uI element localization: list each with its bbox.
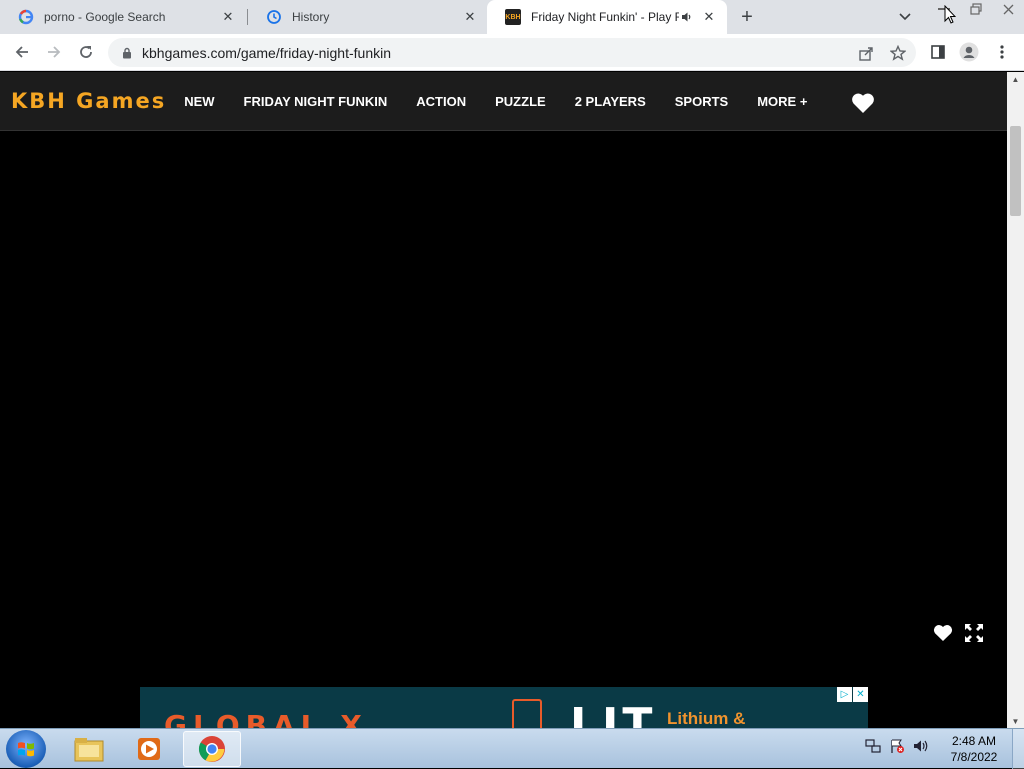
nav-puzzle[interactable]: PUZZLE <box>495 94 546 109</box>
kbh-icon: KBH <box>505 9 521 25</box>
tab-strip: porno - Google Search ✕ History ✕ KBH Fr… <box>0 0 1024 34</box>
system-tray <box>864 737 936 755</box>
reload-button[interactable] <box>74 40 98 64</box>
profile-avatar-icon[interactable] <box>957 40 981 64</box>
start-button[interactable] <box>6 730 46 768</box>
nav-friday-night-funkin[interactable]: FRIDAY NIGHT FUNKIN <box>244 94 388 109</box>
window-controls <box>928 0 1024 18</box>
volume-icon[interactable] <box>912 737 930 755</box>
new-tab-button[interactable]: + <box>736 6 758 28</box>
nav-more[interactable]: MORE + <box>757 94 807 109</box>
history-icon <box>266 9 282 25</box>
scroll-down-arrow-icon[interactable]: ▼ <box>1007 714 1024 728</box>
folder-icon <box>74 738 104 762</box>
windows-logo-icon <box>18 742 34 757</box>
nav-action[interactable]: ACTION <box>416 94 466 109</box>
site-header: KBH Games NEW FRIDAY NIGHT FUNKIN ACTION… <box>0 72 1007 131</box>
ad-close-icon[interactable]: ✕ <box>853 687 868 702</box>
browser-toolbar: kbhgames.com/game/friday-night-funkin <box>0 34 1024 71</box>
tab-history[interactable]: History ✕ <box>248 0 488 34</box>
tab-title: porno - Google Search <box>44 10 166 24</box>
ad-subheadline: Lithium & <box>667 709 746 728</box>
network-icon[interactable] <box>864 737 882 755</box>
advertisement-banner[interactable]: GLOBAL X LIT Lithium & ▷ ✕ <box>140 687 868 728</box>
close-tab-icon[interactable]: ✕ <box>701 9 717 25</box>
clock-time: 2:48 AM <box>951 734 997 748</box>
nav-2-players[interactable]: 2 PLAYERS <box>575 94 646 109</box>
site-nav: NEW FRIDAY NIGHT FUNKIN ACTION PUZZLE 2 … <box>184 94 836 109</box>
ad-brand: GLOBAL X <box>164 709 368 728</box>
close-tab-icon[interactable]: ✕ <box>462 9 478 25</box>
chevron-down-icon[interactable] <box>896 8 914 26</box>
taskbar-chrome[interactable] <box>183 731 241 767</box>
favorite-game-heart-icon[interactable] <box>933 624 953 642</box>
taskbar-explorer[interactable] <box>60 731 118 767</box>
lock-icon[interactable] <box>120 46 134 60</box>
google-icon <box>18 9 34 25</box>
action-center-flag-icon[interactable] <box>888 737 906 755</box>
restore-button[interactable] <box>960 0 992 18</box>
scrollbar-thumb[interactable] <box>1010 126 1021 216</box>
side-panel-icon[interactable] <box>926 40 950 64</box>
scroll-up-arrow-icon[interactable]: ▲ <box>1007 72 1024 86</box>
site-logo[interactable]: KBH Games <box>11 89 166 113</box>
bookmark-star-icon[interactable] <box>889 44 907 62</box>
ad-headline: LIT <box>570 699 657 728</box>
forward-button[interactable] <box>42 40 66 64</box>
tab-title: Friday Night Funkin' - Play F <box>531 10 679 24</box>
plug-icon <box>512 699 542 728</box>
mouse-cursor-icon <box>944 5 956 24</box>
game-canvas[interactable] <box>0 132 1007 686</box>
url-text[interactable]: kbhgames.com/game/friday-night-funkin <box>142 45 391 61</box>
favorites-heart-icon[interactable] <box>851 92 875 114</box>
back-button[interactable] <box>10 40 34 64</box>
address-bar[interactable]: kbhgames.com/game/friday-night-funkin <box>108 38 916 67</box>
page-scrollbar[interactable]: ▲ ▼ <box>1007 72 1024 728</box>
system-clock[interactable]: 2:48 AM 7/8/2022 <box>944 733 1004 765</box>
tab-title: History <box>292 10 330 24</box>
taskbar-media-player[interactable] <box>120 731 178 767</box>
ad-choices: ▷ ✕ <box>836 687 868 702</box>
show-desktop-button[interactable] <box>1012 729 1024 769</box>
close-window-button[interactable] <box>992 0 1024 18</box>
speaker-icon[interactable] <box>679 9 695 25</box>
nav-sports[interactable]: SPORTS <box>675 94 728 109</box>
web-page: KBH Games NEW FRIDAY NIGHT FUNKIN ACTION… <box>0 72 1007 728</box>
adchoices-icon[interactable]: ▷ <box>837 687 852 702</box>
close-tab-icon[interactable]: ✕ <box>220 9 236 25</box>
chrome-icon <box>198 736 225 762</box>
windows-taskbar: 2:48 AM 7/8/2022 <box>0 728 1024 769</box>
tab-friday-night-funkin[interactable]: KBH Friday Night Funkin' - Play F ✕ <box>487 0 727 34</box>
tab-google-search[interactable]: porno - Google Search ✕ <box>0 0 246 34</box>
menu-kebab-icon[interactable] <box>990 40 1014 64</box>
nav-new[interactable]: NEW <box>184 94 214 109</box>
share-icon[interactable] <box>857 44 875 62</box>
fullscreen-icon[interactable] <box>964 623 984 643</box>
media-player-icon <box>138 738 160 760</box>
clock-date: 7/8/2022 <box>950 750 998 764</box>
